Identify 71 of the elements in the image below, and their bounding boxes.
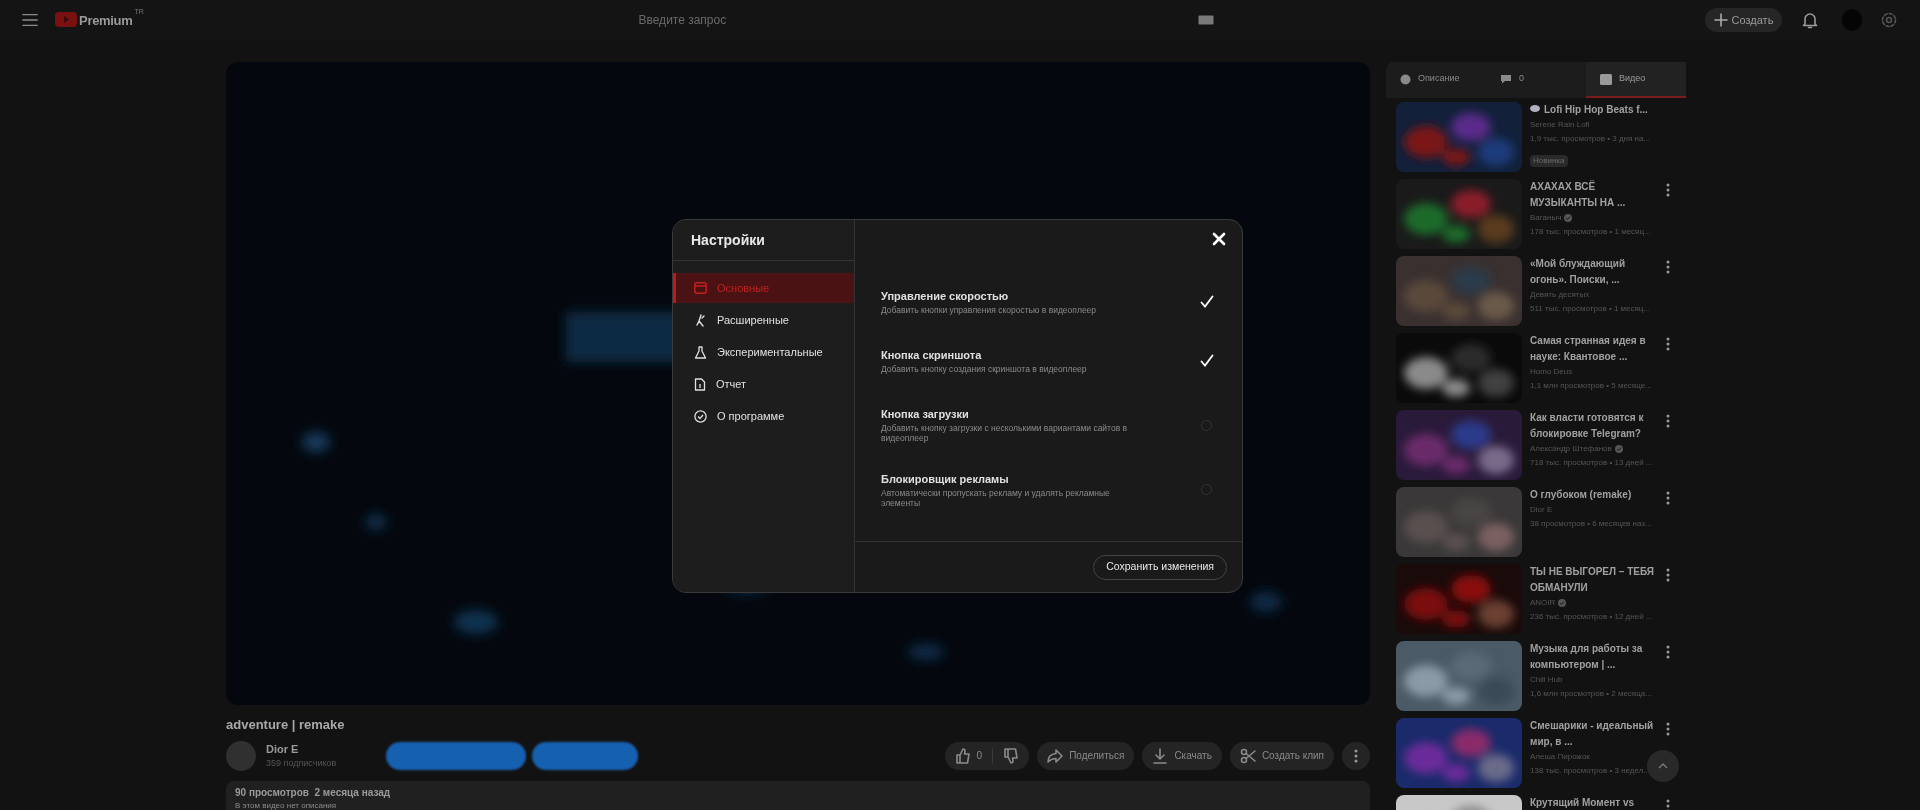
video-title[interactable]: Музыка для работы за компьютером | ... [1530,641,1658,673]
blurred-button[interactable] [532,741,638,770]
description-box[interactable]: 90 просмотров 2 месяца назад В этом видео нет описания [226,780,1370,810]
more-icon[interactable] [1666,799,1670,810]
menu-icon[interactable] [22,13,39,27]
video-title[interactable]: Крутящий Момент vs [1530,795,1635,810]
subscriber-count: 359 подписчиков [266,757,338,770]
option-description: Добавить кнопки управления скоростью в видеоплеер [881,304,1098,315]
video-title[interactable]: ТЫ НЕ ВЫГОРЕЛ – ТЕБЯ ОБМАНУЛИ [1530,564,1658,596]
more-icon[interactable] [1666,568,1670,582]
plus-icon [1713,13,1728,27]
option-description: Автоматически пропускать рекламу и удалять рекламные элементы [881,487,1111,508]
tab[interactable]: Описание [1386,62,1486,98]
search-field[interactable]: Введите запрос [638,11,978,29]
video-title[interactable]: АХАХАХ ВСЁ МУЗЫКАНТЫ НА ... [1530,179,1658,211]
settings-icon[interactable] [1880,11,1898,29]
option-title: Управление скоростью [881,288,1010,304]
video-title[interactable]: О глубоком (remake) [1530,487,1632,503]
bell-icon[interactable] [1802,11,1819,29]
channel-name[interactable]: Dior E [266,740,366,757]
more-icon[interactable] [1354,748,1358,763]
like-button[interactable]: 0 [954,747,983,764]
nav-item[interactable]: Отчет [673,369,854,399]
more-icon[interactable] [1666,722,1670,736]
tab[interactable]: 0 [1486,62,1586,98]
logo-text: Premium [79,12,133,31]
share-button[interactable]: Поделиться [1037,741,1135,770]
thumbs-up-icon [954,747,971,764]
flask-icon [694,345,707,359]
save-button[interactable]: Сохранить изменения [1093,554,1227,580]
more-icon[interactable] [1666,414,1670,428]
option-title: Кнопка скриншота [881,347,983,363]
close-button[interactable] [1212,232,1226,246]
option-description: Добавить кнопку загрузки с несколькими вариантами сайтов в видеоплеер [881,423,1129,443]
scissors-icon [1239,747,1256,764]
tab[interactable]: Видео [1586,62,1686,98]
check-circle-icon [694,409,707,423]
comment-icon [1500,74,1512,84]
video-title[interactable]: Смешарики - идеальный мир, в ... [1530,718,1658,750]
description-text: В этом видео нет описания [235,799,338,810]
video-title[interactable]: «Мой блуждающий огонь». Поиски, ... [1530,256,1658,288]
download-icon [1152,747,1169,764]
option-title: Блокировщик рекламы [881,471,1010,487]
logo-icon [55,12,78,28]
option-description: Добавить кнопку создания скриншота в видеоплеер [881,363,1088,374]
view-stats: 90 просмотров 2 месяца назад [235,785,392,800]
nav-item[interactable]: О программе [673,401,854,431]
new-badge: Новинка [1530,155,1568,167]
download-button[interactable]: Скачать [1142,741,1222,770]
blurred-button[interactable] [386,741,526,770]
nav-item[interactable]: Расширенные [673,305,854,335]
more-icon[interactable] [1666,183,1670,197]
document-icon [694,377,706,391]
option-title: Кнопка загрузки [881,407,970,422]
more-icon[interactable] [1666,491,1670,505]
more-icon[interactable] [1666,645,1670,659]
clip-button[interactable]: Создать клип [1229,741,1334,770]
video-title[interactable]: Lofi Hip Hop Beats f... [1544,102,1648,118]
keyboard-icon[interactable] [1197,15,1214,25]
more-icon[interactable] [1666,337,1670,351]
close-icon [1212,232,1226,246]
share-icon [1047,747,1064,764]
video-title[interactable]: Самая странная идея в науке: Квантовое ... [1530,333,1658,365]
chevron-up-icon [1658,763,1668,769]
thumbs-down-icon[interactable] [1003,747,1020,764]
video-title[interactable]: Как власти готовятся к блокировке Telegram? [1530,410,1658,442]
dialog-title: Настройки [691,230,765,250]
nav-item[interactable]: Экспериментальные [673,337,854,367]
video-title: adventure | remake [226,716,346,734]
create-button[interactable]: Создать [1704,8,1783,32]
more-icon[interactable] [1666,260,1670,274]
